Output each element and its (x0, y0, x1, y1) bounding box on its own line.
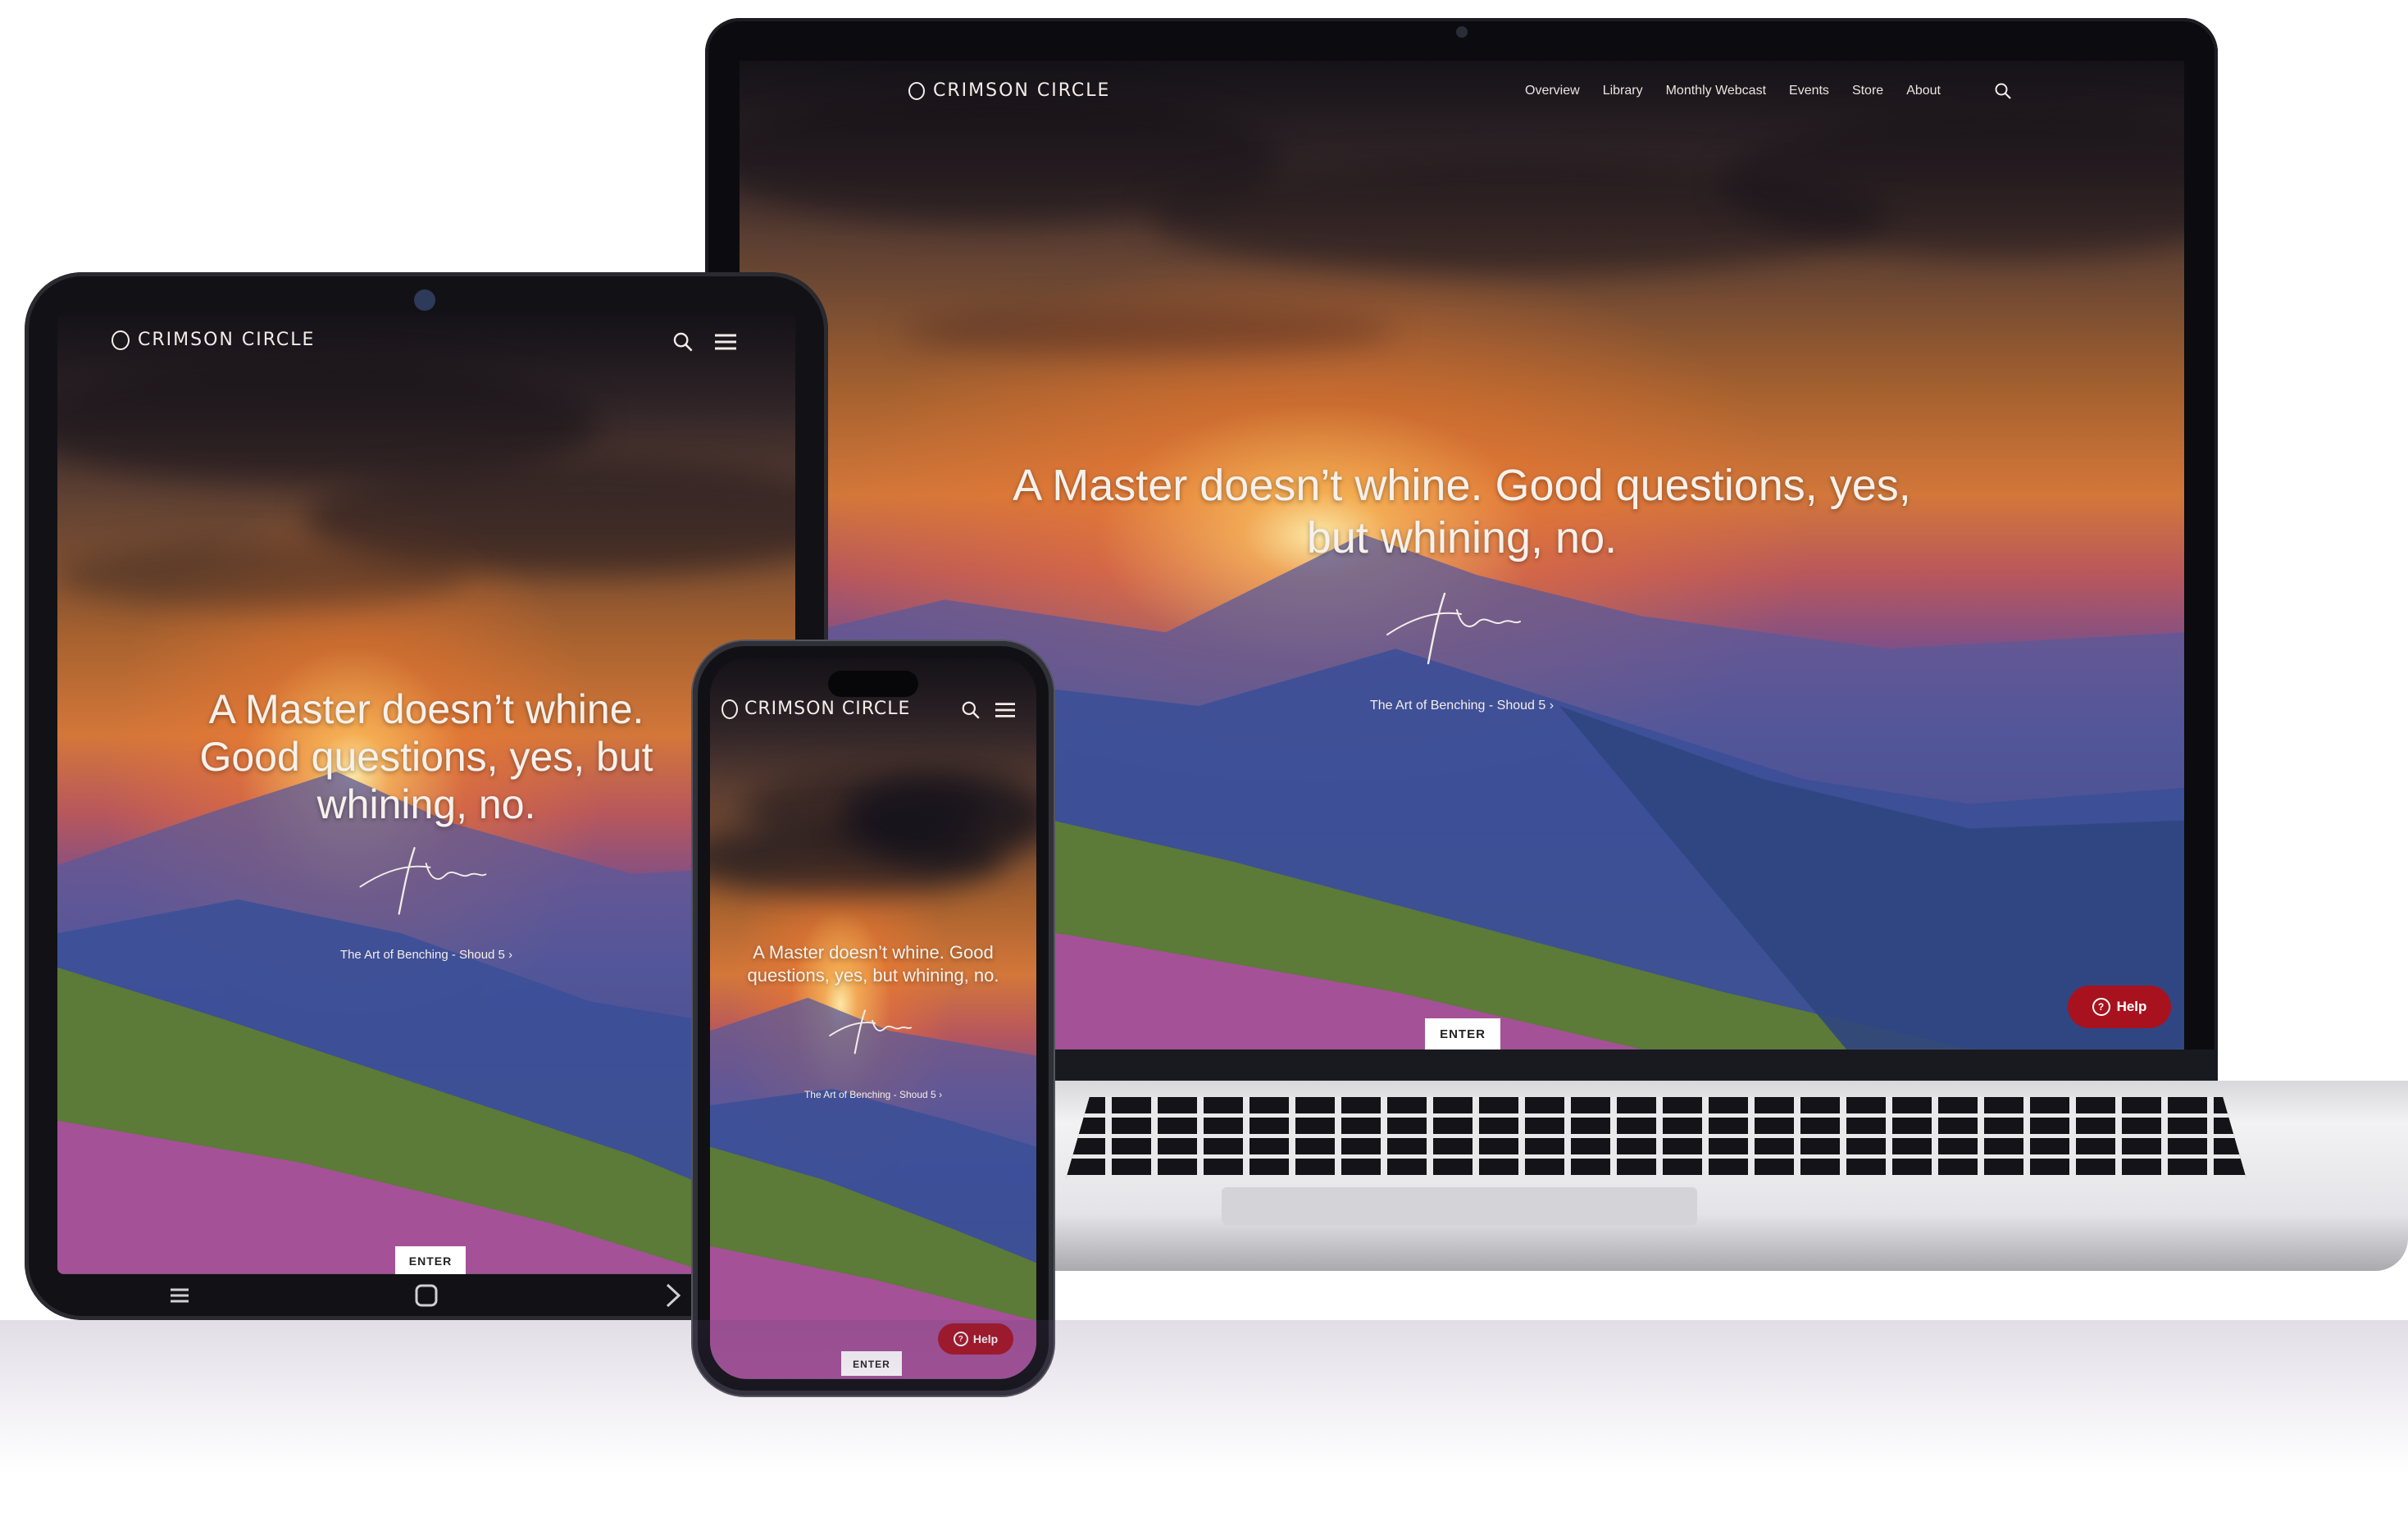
tablet-logo[interactable]: CRIMSON CIRCLE (112, 330, 315, 350)
quote-line-1: A Master doesn’t whine. (208, 686, 644, 732)
trackpad (1222, 1187, 1697, 1225)
nav-item-about[interactable]: About (1906, 84, 1941, 98)
quote-line-1: A Master doesn’t whine. Good (753, 942, 994, 963)
search-icon[interactable] (672, 331, 694, 353)
laptop-logo[interactable]: CRIMSON CIRCLE (908, 80, 1110, 101)
home-icon[interactable] (412, 1282, 440, 1309)
quote-line-1: A Master doesn’t whine. Good questions, … (1013, 461, 1911, 510)
brand-name: CRIMSON CIRCLE (744, 699, 911, 719)
recent-apps-icon[interactable] (167, 1283, 192, 1308)
adamus-signature (359, 847, 487, 915)
hamburger-menu-icon[interactable] (994, 700, 1017, 720)
dynamic-island (828, 671, 918, 697)
circle-logo-icon (721, 699, 738, 719)
chevron-right-icon: › (508, 948, 513, 962)
help-button[interactable]: ? Help (2068, 986, 2171, 1028)
adamus-signature (1386, 592, 1521, 665)
laptop-camera (1456, 26, 1468, 38)
quote-line-2: questions, yes, but whining, no. (747, 965, 999, 986)
brand-name: CRIMSON CIRCLE (138, 330, 316, 350)
nav-item-events[interactable]: Events (1789, 84, 1829, 98)
nav-item-store[interactable]: Store (1852, 84, 1883, 98)
circle-logo-icon (908, 81, 925, 100)
tablet-screen: CRIMSON CIRCLE A Master doesn’t whine. G… (57, 313, 795, 1274)
help-label: Help (2116, 999, 2147, 1014)
phone-logo[interactable]: CRIMSON CIRCLE (721, 699, 910, 719)
hero-quote: A Master doesn’t whine. Good questions, … (710, 941, 1036, 987)
adamus-signature (829, 1009, 913, 1054)
question-circle-icon: ? (2092, 998, 2110, 1016)
nav-item-overview[interactable]: Overview (1525, 84, 1580, 98)
quote-line-2: but whining, no. (1306, 513, 1618, 562)
search-icon[interactable] (961, 700, 981, 720)
floor-reflection (0, 1320, 2408, 1539)
search-icon[interactable] (1994, 82, 2012, 100)
nav-item-library[interactable]: Library (1603, 84, 1643, 98)
hero-quote: A Master doesn’t whine. Good questions, … (57, 685, 795, 828)
tablet-camera (414, 289, 435, 311)
back-icon[interactable] (661, 1282, 685, 1309)
quote-line-2: Good questions, yes, but (199, 734, 653, 780)
laptop-nav: Overview Library Monthly Webcast Events … (1525, 84, 1941, 98)
hero-quote: A Master doesn’t whine. Good questions, … (740, 459, 2184, 564)
enter-button[interactable]: ENTER (395, 1246, 466, 1274)
source-text: The Art of Benching - Shoud 5 (1369, 699, 1546, 713)
phone-screen: CRIMSON CIRCLE A Master doesn’t whine. G… (710, 658, 1036, 1379)
source-text: The Art of Benching - Shoud 5 (803, 1089, 936, 1100)
quote-line-3: whining, no. (316, 781, 536, 827)
source-text: The Art of Benching - Shoud 5 (339, 948, 505, 962)
keyboard-rows (1066, 1097, 2246, 1179)
nav-item-monthly-webcast[interactable]: Monthly Webcast (1666, 84, 1766, 98)
circle-logo-icon (112, 330, 130, 350)
chevron-right-icon: › (1549, 699, 1555, 713)
chevron-right-icon: › (939, 1089, 943, 1100)
enter-button[interactable]: ENTER (1425, 1018, 1500, 1050)
source-link[interactable]: The Art of Benching - Shoud 5 › (57, 948, 795, 962)
brand-name: CRIMSON CIRCLE (933, 80, 1111, 101)
tablet-system-bar (57, 1274, 795, 1317)
source-link[interactable]: The Art of Benching - Shoud 5 › (710, 1089, 1036, 1100)
hamburger-menu-icon[interactable] (713, 331, 738, 353)
